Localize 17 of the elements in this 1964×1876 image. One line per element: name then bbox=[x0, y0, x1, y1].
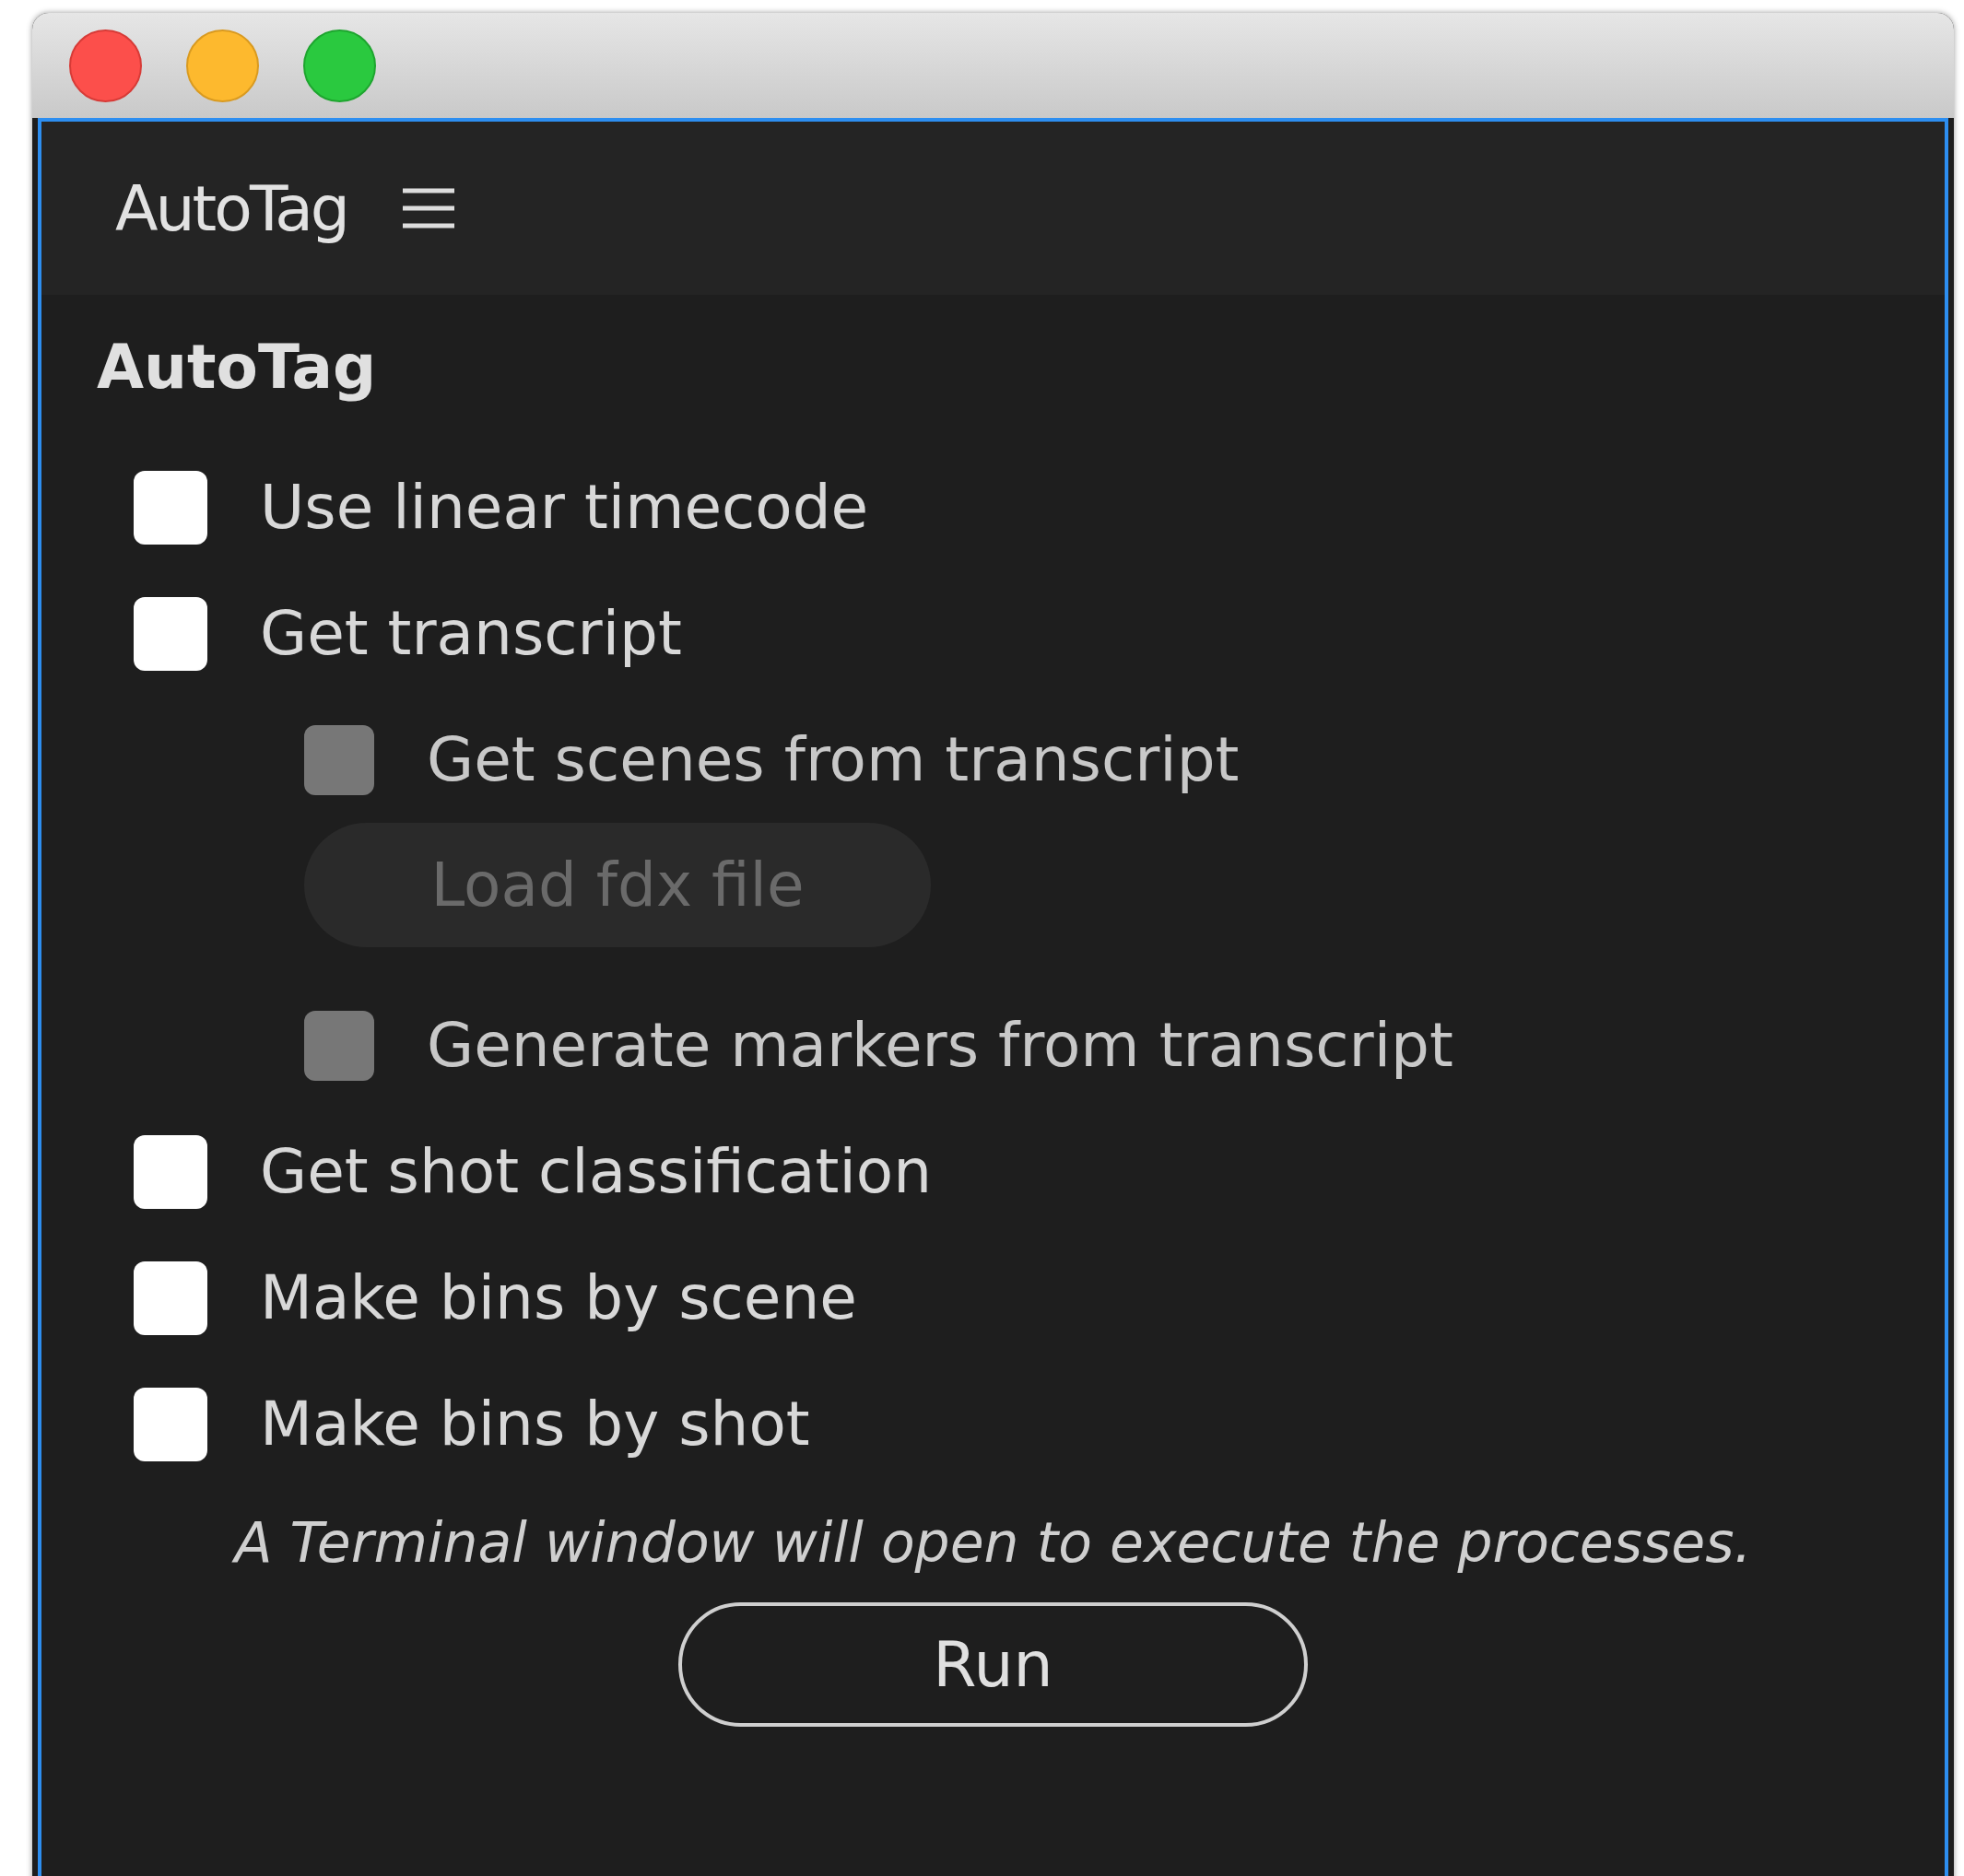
checkbox-label: Make bins by shot bbox=[260, 1389, 810, 1460]
checkbox[interactable] bbox=[134, 1387, 207, 1461]
checkbox-label: Get scenes from transcript bbox=[427, 724, 1240, 795]
panel-title: AutoTag bbox=[97, 332, 378, 403]
checkbox[interactable] bbox=[134, 470, 207, 545]
checkbox-label: Use linear timecode bbox=[260, 472, 869, 543]
checkbox-label: Get shot classification bbox=[260, 1136, 932, 1207]
checkbox-label: Make bins by scene bbox=[260, 1262, 857, 1333]
checkbox-label: Get transcript bbox=[260, 598, 682, 669]
menu-icon[interactable] bbox=[403, 188, 454, 229]
info-note: A Terminal window will open to execute the processes. bbox=[97, 1487, 1945, 1575]
checkbox-label: Generate markers from transcript bbox=[427, 1010, 1453, 1081]
panel-tab-title: AutoTag bbox=[115, 171, 347, 245]
checkbox[interactable] bbox=[134, 596, 207, 671]
checkbox[interactable] bbox=[134, 1260, 207, 1335]
run-button[interactable]: Run bbox=[678, 1602, 1308, 1727]
checkbox[interactable] bbox=[134, 1134, 207, 1209]
